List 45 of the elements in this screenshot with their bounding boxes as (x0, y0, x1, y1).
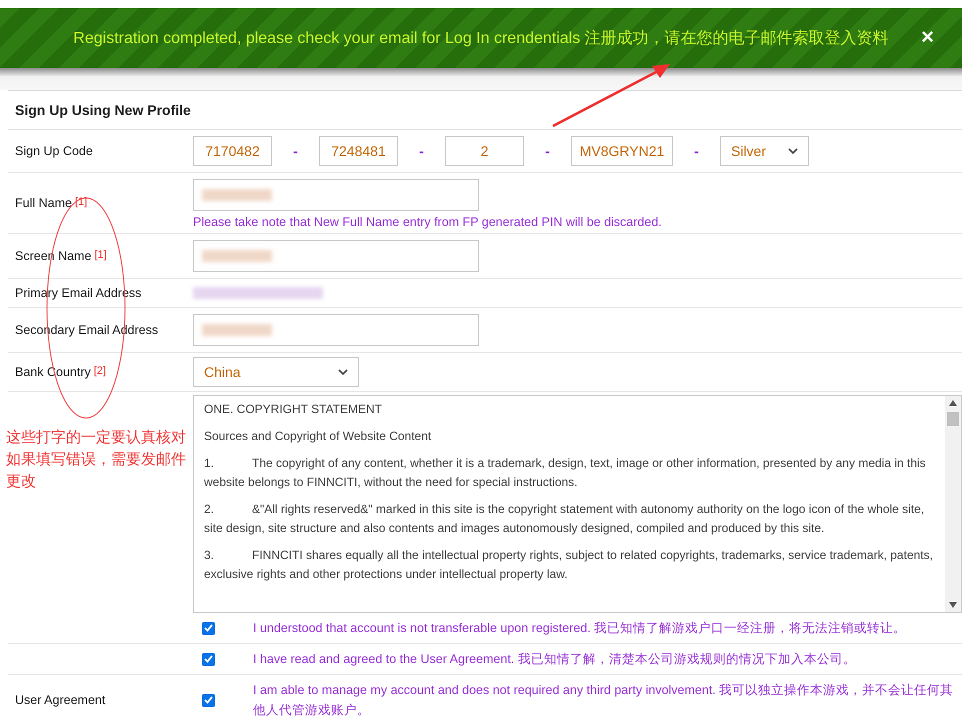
terms-paragraph: 1. The copyright of any content, whether it is a trademark, design, text, image or other information, presented by any media in this website belongs to FINNCITI, without the need for special instructions. (204, 455, 927, 491)
agreement-text: I have read and agreed to the User Agreement. 我已知情了解，清楚本公司游戏规则的情况下加入本公司。 (253, 651, 856, 668)
form-title: Sign Up Using New Profile (8, 90, 962, 130)
checkbox[interactable] (202, 622, 215, 634)
redacted-block (202, 324, 272, 336)
scroll-down-icon[interactable] (949, 602, 957, 608)
country-select[interactable]: China (193, 357, 359, 387)
separator-dash: - (418, 143, 425, 159)
terms-paragraph: 3. FINNCITI shares equally all the intellectual property rights, subject to related copyrights, trademarks, service trademark, patents, exclusive rights and other protections under intellectual property law. (204, 547, 934, 583)
code-field[interactable]: 2 (445, 136, 524, 166)
separator-dash: - (693, 143, 700, 159)
scroll-thumb[interactable] (947, 412, 959, 426)
text-field[interactable] (193, 314, 479, 346)
annotation-note: 如果填写错误，需要发邮件 (6, 450, 186, 470)
field-label: User Agreement (15, 693, 106, 707)
agreement-text: I understood that account is not transferable upon registered. 我已知情了解游戏户口一经注册，将无法注销或转让。 (253, 620, 906, 637)
tier-select[interactable]: Silver (720, 136, 809, 166)
terms-paragraph: 2. &"All rights reserved&" marked in this site is the copyright statement with autonomy authority on the logo icon of the whole site, site design, site structure and also contents and images autonomously designed, compiled and produced by this site. (204, 501, 926, 537)
code-field[interactable]: MV8GRYN21 (571, 136, 673, 166)
scroll-up-icon[interactable] (949, 400, 957, 406)
checkbox[interactable] (202, 694, 215, 706)
field-hint: Please take note that New Full Name entry from FP generated PIN will be discarded. (193, 215, 663, 229)
redacted-block (202, 250, 272, 262)
footnote-mark: [2] (94, 365, 106, 377)
annotation-note: 这些打字的一定要认真核对 (6, 428, 186, 448)
separator-dash: - (292, 143, 299, 159)
agreement-text: I am able to manage my account and does not required any third party involvement. 我可以独立操作本游戏，并不会让任何其他人代管游戏账户。 (253, 682, 954, 719)
chevron-icon (788, 148, 798, 154)
chevron-icon (338, 368, 348, 376)
text-field[interactable] (193, 179, 479, 211)
terms-paragraph: ONE. COPYRIGHT STATEMENT (204, 401, 384, 418)
code-field[interactable]: 7170482 (193, 136, 272, 166)
redacted-block (202, 189, 272, 201)
terms-paragraph: Sources and Copyright of Website Content (204, 428, 432, 445)
text-field[interactable] (193, 240, 479, 272)
close-button[interactable]: × (921, 26, 934, 48)
field-label: Sign Up Code (15, 144, 93, 158)
checkbox[interactable] (202, 652, 215, 666)
footnote-mark: [1] (94, 249, 107, 261)
annotation-note: 更改 (6, 472, 37, 492)
scrollbar[interactable] (945, 396, 961, 612)
banner-message: Registration completed, please check your email for Log In crendentials 注册成功，请在您的电子邮件索取登入资料 (73, 28, 889, 48)
field-label: Full Name (15, 196, 72, 210)
separator-dash: - (544, 143, 551, 159)
code-field[interactable]: 7248481 (319, 136, 398, 166)
